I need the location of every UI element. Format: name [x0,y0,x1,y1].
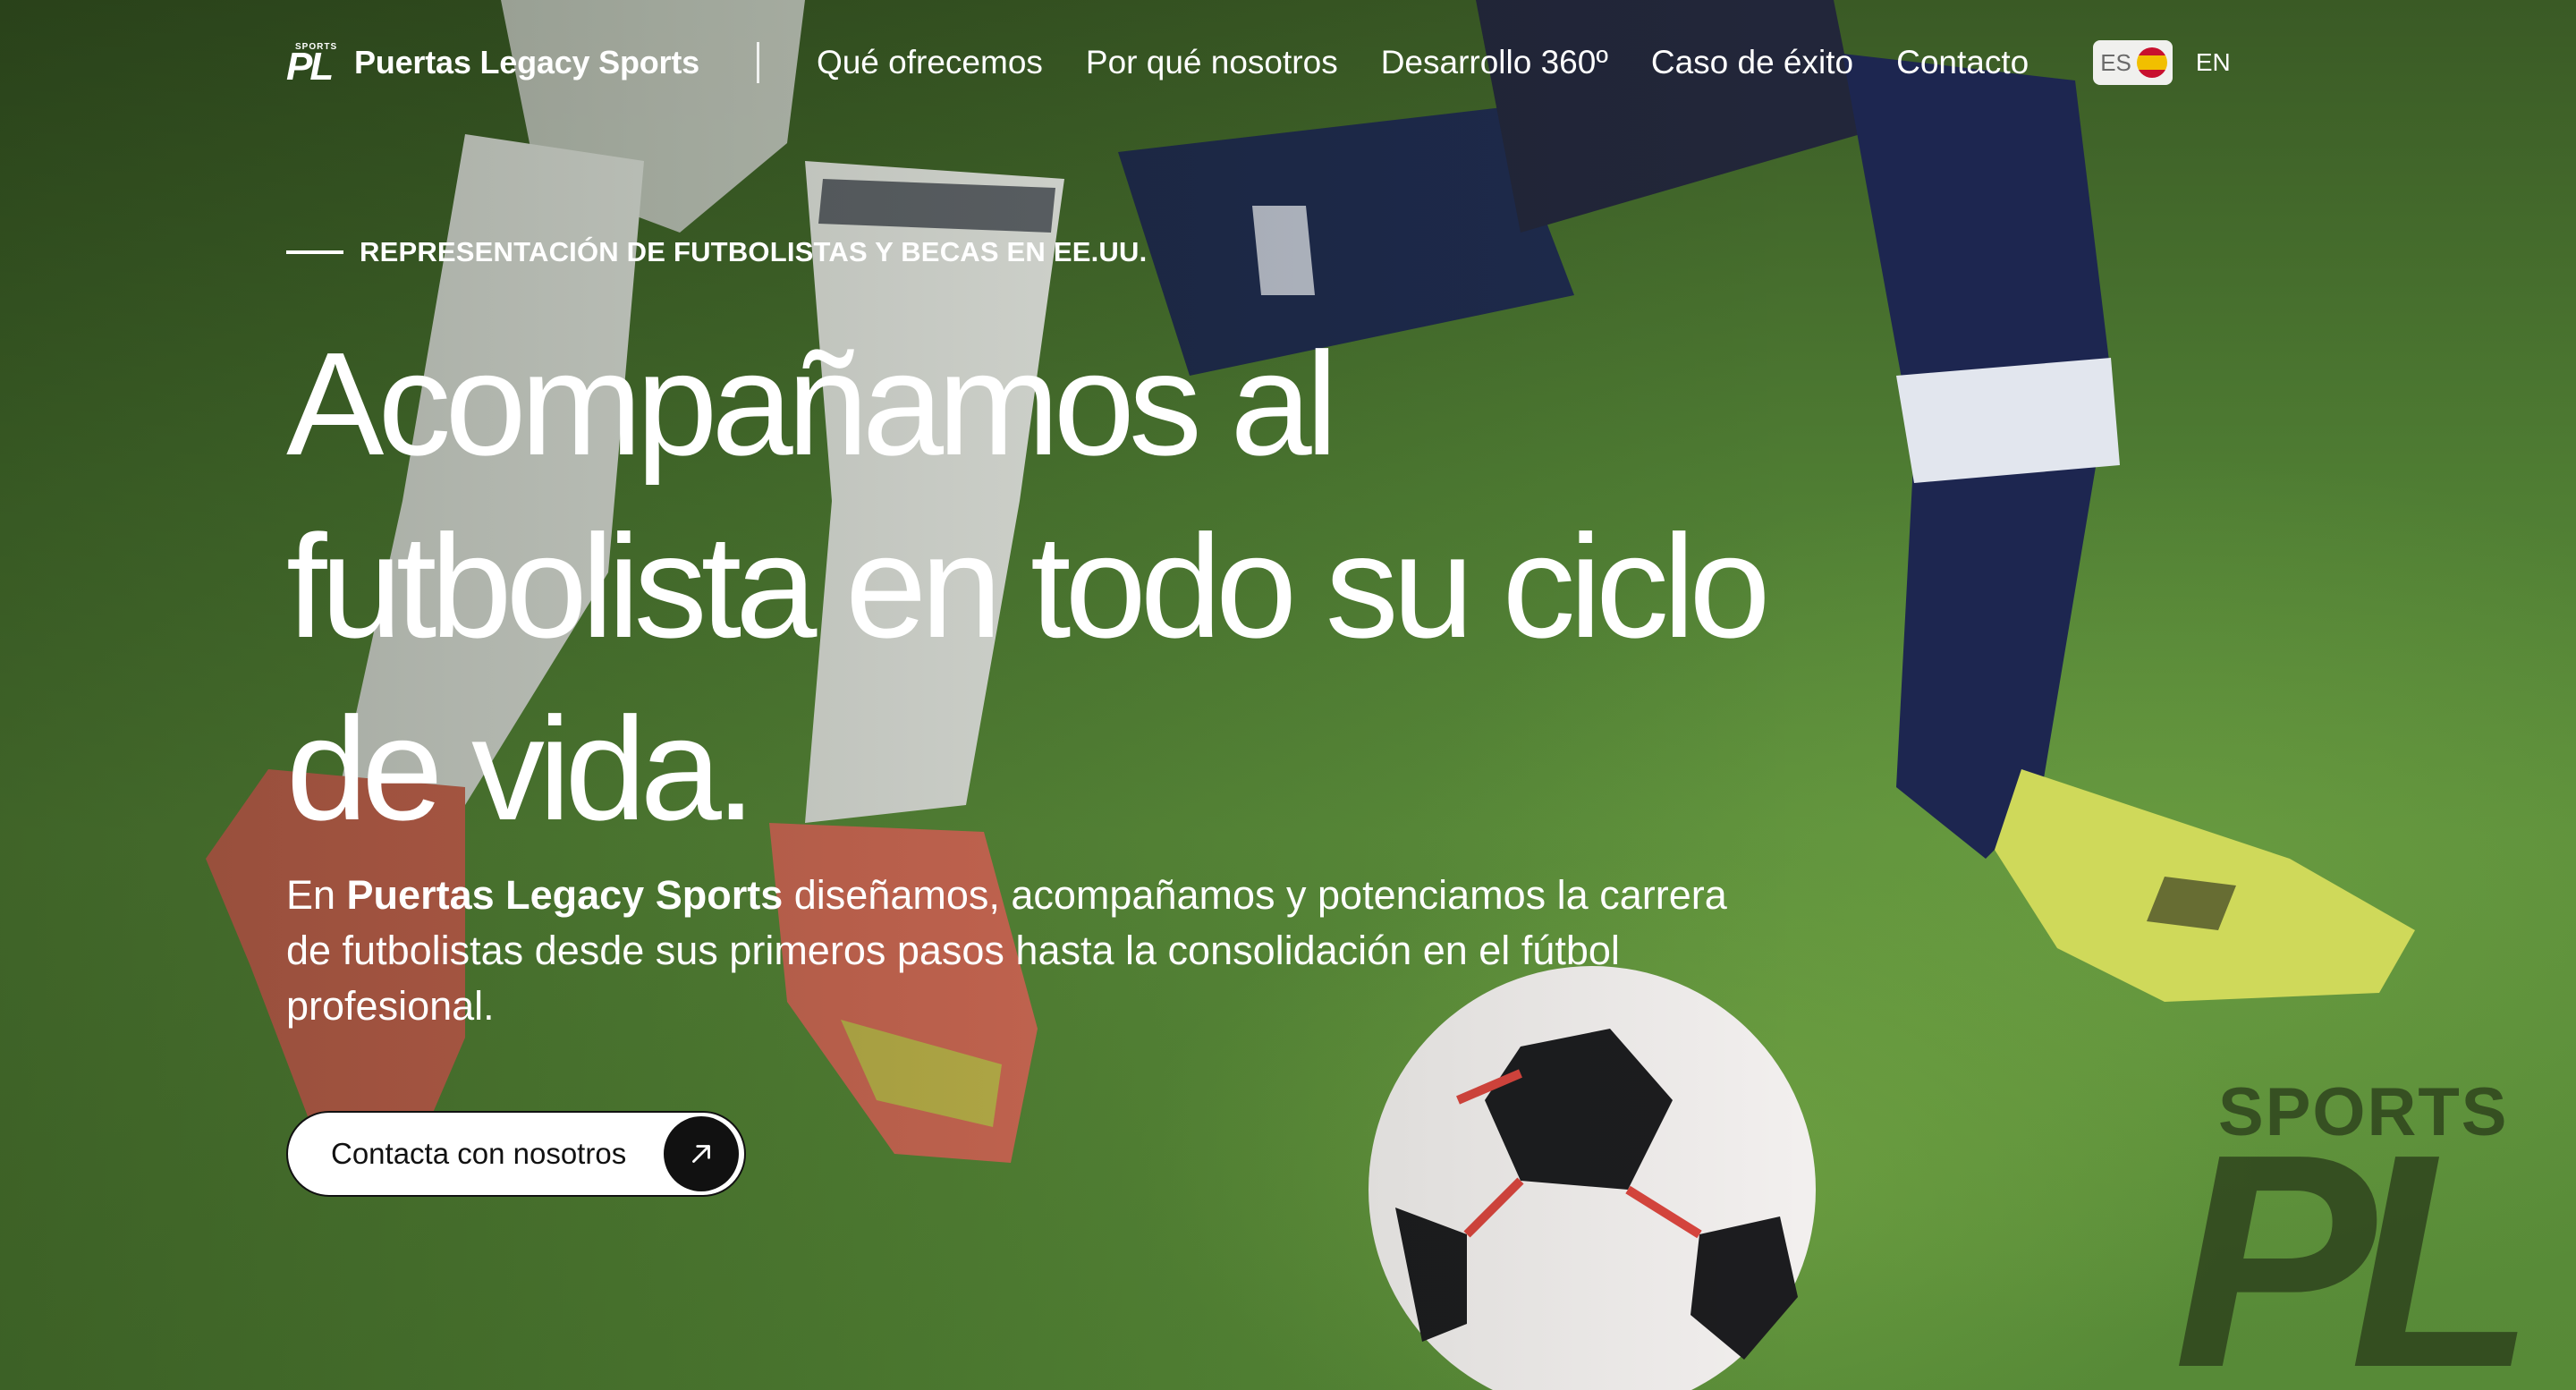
hero-section: SPORTS PL Puertas Legacy Sports Qué ofre… [0,0,2576,1390]
language-code-es: ES [2100,48,2131,76]
watermark-mark: PL [2174,1091,2536,1390]
brand-name: Puertas Legacy Sports [354,44,699,81]
nav-link-contacto[interactable]: Contacto [1896,44,2029,81]
hero-headline: Acompañamos al futbolista en todo su cic… [286,322,1771,851]
lead-prefix: En [286,872,347,918]
brand-logo-icon: SPORTS PL [286,40,342,89]
eyebrow-text: REPRESENTACIÓN DE FUTBOLISTAS Y BECAS EN… [360,236,1148,267]
language-option-en[interactable]: EN [2196,48,2231,77]
cta-label: Contacta con nosotros [331,1137,627,1170]
contact-cta-button[interactable]: Contacta con nosotros [286,1111,746,1197]
top-navigation: SPORTS PL Puertas Legacy Sports Qué ofre… [286,36,2290,89]
language-option-es[interactable]: ES [2093,40,2173,85]
arrow-up-right-icon [664,1116,739,1191]
nav-link-caso-de-exito[interactable]: Caso de éxito [1651,44,1853,81]
hero-lead-paragraph: En Puertas Legacy Sports diseñamos, acom… [286,868,1735,1034]
language-switcher: ES EN [2093,40,2231,85]
nav-link-desarrollo-360[interactable]: Desarrollo 360º [1381,44,1608,81]
nav-link-que-ofrecemos[interactable]: Qué ofrecemos [817,44,1043,81]
brand-logo-mark: PL [286,45,334,89]
watermark-logo: SPORTS PL [2174,1073,2549,1390]
hero-eyebrow: REPRESENTACIÓN DE FUTBOLISTAS Y BECAS EN… [286,236,1147,268]
spain-flag-icon [2136,47,2167,78]
brand-logo-link[interactable]: SPORTS PL Puertas Legacy Sports [286,40,699,89]
eyebrow-line [286,250,343,254]
nav-links: Qué ofrecemos Por qué nosotros Desarroll… [817,44,2029,81]
nav-divider [756,42,759,83]
nav-link-por-que-nosotros[interactable]: Por qué nosotros [1086,44,1338,81]
lead-brand: Puertas Legacy Sports [346,872,784,918]
